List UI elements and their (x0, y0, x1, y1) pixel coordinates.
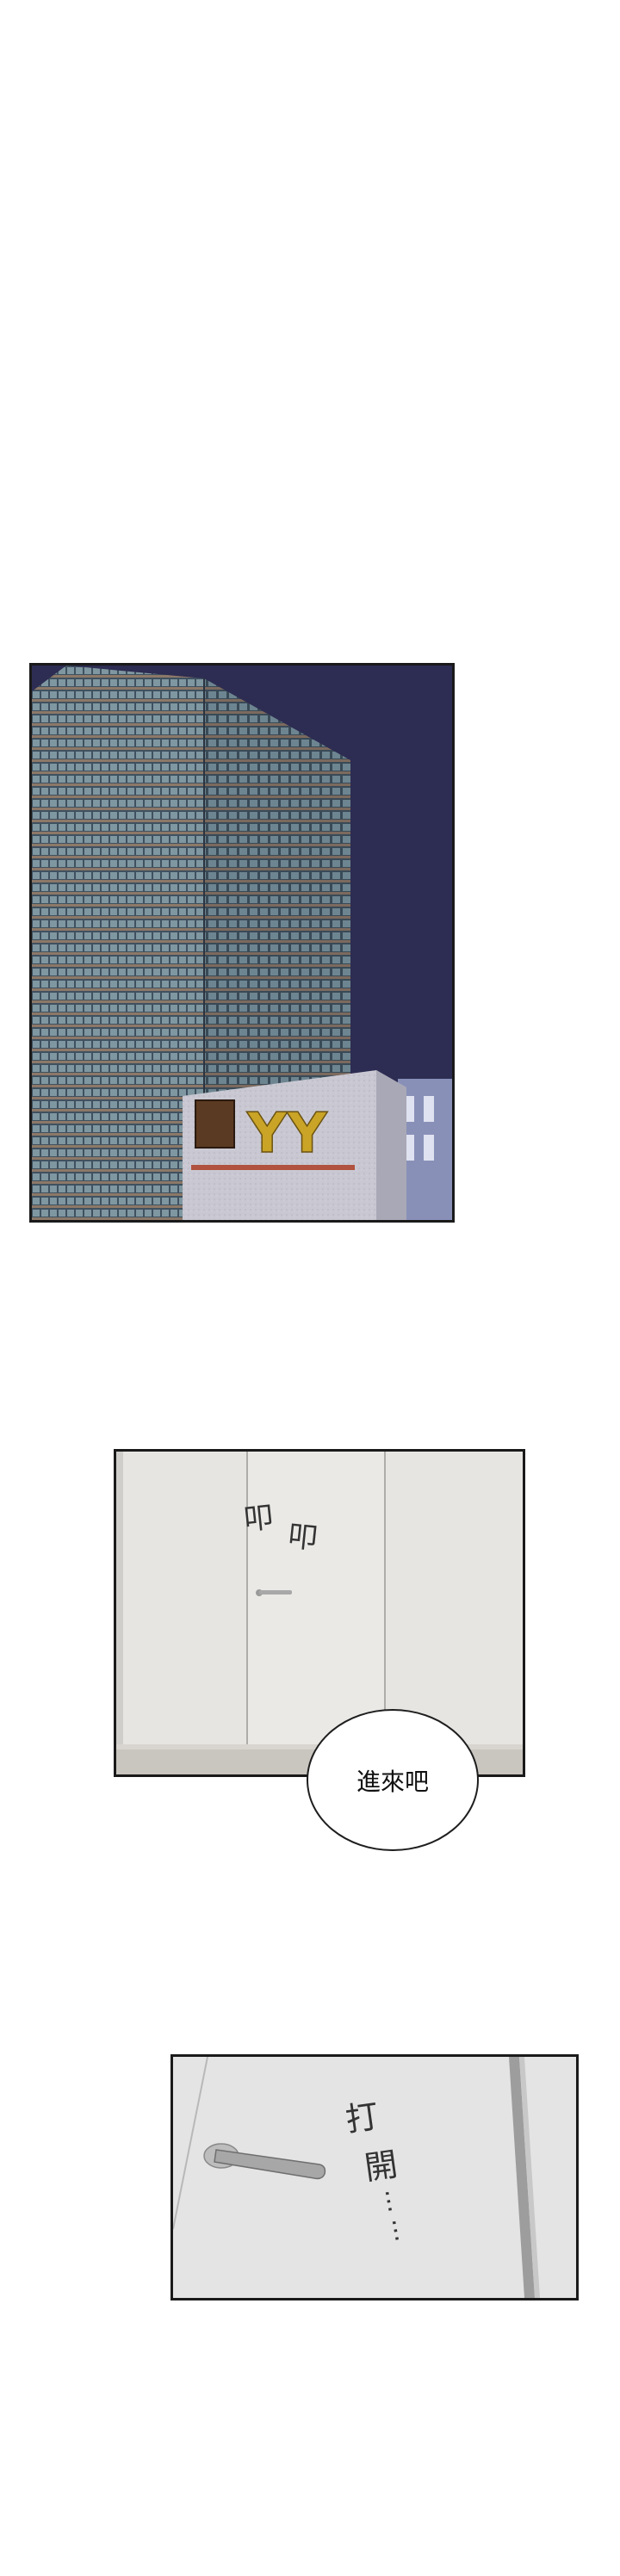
open-sfx-char-2: 開 (362, 2145, 400, 2188)
open-sfx-ellipsis-1: … (379, 2185, 412, 2215)
sign-letters: YY (246, 1102, 327, 1166)
handle-panel: 打 開 … … (170, 2054, 579, 2300)
door-panel: 叩 叩 (114, 1449, 525, 1777)
speech-bubble: 進來吧 (307, 1709, 479, 1851)
speech-text: 進來吧 (356, 1767, 429, 1796)
office-tower-illustration: YY (32, 666, 452, 1220)
open-sfx-char-1: 打 (343, 2096, 381, 2139)
sign-plaque (195, 1099, 235, 1149)
door-illustration (116, 1452, 523, 1774)
building-panel: YY (29, 663, 455, 1223)
knock-sfx-2: 叩 (286, 1519, 319, 1557)
open-sfx-ellipsis-2: … (386, 2214, 418, 2245)
knock-sfx-1: 叩 (242, 1500, 276, 1538)
